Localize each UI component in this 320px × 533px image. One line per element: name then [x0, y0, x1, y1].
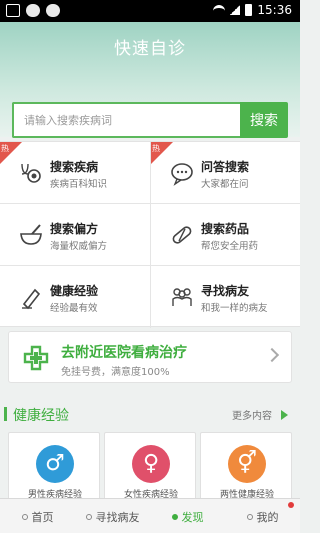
grid-item-find-patients[interactable]: 寻找病友 和我一样的病友	[150, 266, 300, 328]
pen-icon	[22, 288, 41, 310]
chat-notification-icon	[26, 4, 40, 17]
nearby-hospital-banner[interactable]: 去附近医院看病治疗 免挂号费，满意度100%	[8, 331, 292, 383]
grid-item-subtitle: 大家都在问	[201, 179, 249, 190]
triangle-right-icon[interactable]	[281, 410, 288, 420]
grid-item-title: 搜索疾病	[50, 160, 99, 174]
section-header: 健康经验 更多内容	[0, 404, 300, 424]
tab-dot-icon	[246, 513, 253, 520]
section-accent-bar	[4, 407, 7, 421]
notification-badge	[288, 502, 294, 508]
tab-label: 发现	[181, 510, 204, 524]
tab-dot-icon	[171, 513, 178, 520]
grid-item-search-remedy[interactable]: 搜索偏方 海量权威偏方	[0, 204, 150, 266]
medical-cross-icon	[23, 345, 49, 371]
grid-item-title: 问答搜索	[201, 160, 250, 174]
grid-item-subtitle: 帮您安全用药	[201, 241, 259, 252]
search-bar: 搜索	[12, 102, 288, 138]
card-female-experience[interactable]: ♀ 女性疾病经验	[104, 432, 196, 502]
grid-item-title: 搜索偏方	[50, 222, 99, 236]
more-content-link[interactable]: 更多内容	[232, 407, 272, 422]
bottom-tab-bar: 首页 寻找病友 发现 我的	[0, 498, 300, 533]
wifi-icon	[213, 5, 226, 15]
speech-bubble-icon	[171, 163, 193, 186]
tab-label: 首页	[31, 510, 54, 524]
tab-home[interactable]: 首页	[0, 499, 75, 533]
image-notification-icon	[6, 4, 20, 17]
pill-icon	[172, 226, 192, 244]
grid-item-qa-search[interactable]: 热 问答搜索 大家都在问	[150, 142, 300, 204]
female-symbol-icon: ♀	[132, 445, 170, 483]
grid-item-subtitle: 和我一样的病友	[201, 303, 268, 314]
male-symbol-icon: ♂	[36, 445, 74, 483]
tab-find-patients[interactable]: 寻找病友	[75, 499, 150, 533]
signal-icon	[230, 5, 241, 15]
stethoscope-icon	[21, 163, 41, 183]
nearby-subtitle: 免挂号费，满意度100%	[61, 367, 170, 378]
chat-notification-icon-2	[46, 4, 60, 17]
section-title: 健康经验	[13, 408, 69, 424]
feature-grid: 热 搜索疾病 疾病百科知识 热 问答搜索 大家都在问 搜索偏方 海量权威偏方 搜	[0, 141, 300, 328]
grid-item-title: 寻找病友	[201, 284, 250, 298]
tab-label: 寻找病友	[95, 510, 140, 524]
people-icon	[172, 288, 192, 306]
battery-icon	[245, 4, 253, 16]
page-title: 快速自诊	[114, 39, 186, 59]
grid-item-subtitle: 经验最有效	[50, 303, 98, 314]
header-banner: 快速自诊 搜索	[0, 22, 300, 138]
mortar-icon	[20, 224, 42, 245]
grid-item-search-disease[interactable]: 热 搜索疾病 疾病百科知识	[0, 142, 150, 204]
grid-item-title: 健康经验	[50, 284, 99, 298]
tab-discover[interactable]: 发现	[150, 499, 225, 533]
chevron-right-icon	[264, 347, 280, 363]
tab-mine[interactable]: 我的	[225, 499, 300, 533]
card-male-experience[interactable]: ♂ 男性疾病经验	[8, 432, 100, 502]
tab-dot-icon	[21, 513, 28, 520]
tab-dot-icon	[85, 513, 92, 520]
tab-label: 我的	[256, 510, 279, 524]
grid-item-search-drug[interactable]: 搜索药品 帮您安全用药	[150, 204, 300, 266]
status-time: 15:36	[257, 3, 292, 17]
status-bar: 15:36	[0, 0, 300, 22]
grid-item-health-experience[interactable]: 健康经验 经验最有效	[0, 266, 150, 328]
gender-symbol-icon: ⚥	[228, 445, 266, 483]
nearby-title: 去附近医院看病治疗	[61, 345, 187, 361]
grid-item-title: 搜索药品	[201, 222, 250, 236]
grid-item-subtitle: 海量权威偏方	[50, 241, 108, 252]
search-input[interactable]	[12, 102, 240, 138]
card-sexual-health-experience[interactable]: ⚥ 两性健康经验	[200, 432, 292, 502]
grid-item-subtitle: 疾病百科知识	[50, 179, 108, 190]
search-button[interactable]: 搜索	[240, 102, 288, 138]
